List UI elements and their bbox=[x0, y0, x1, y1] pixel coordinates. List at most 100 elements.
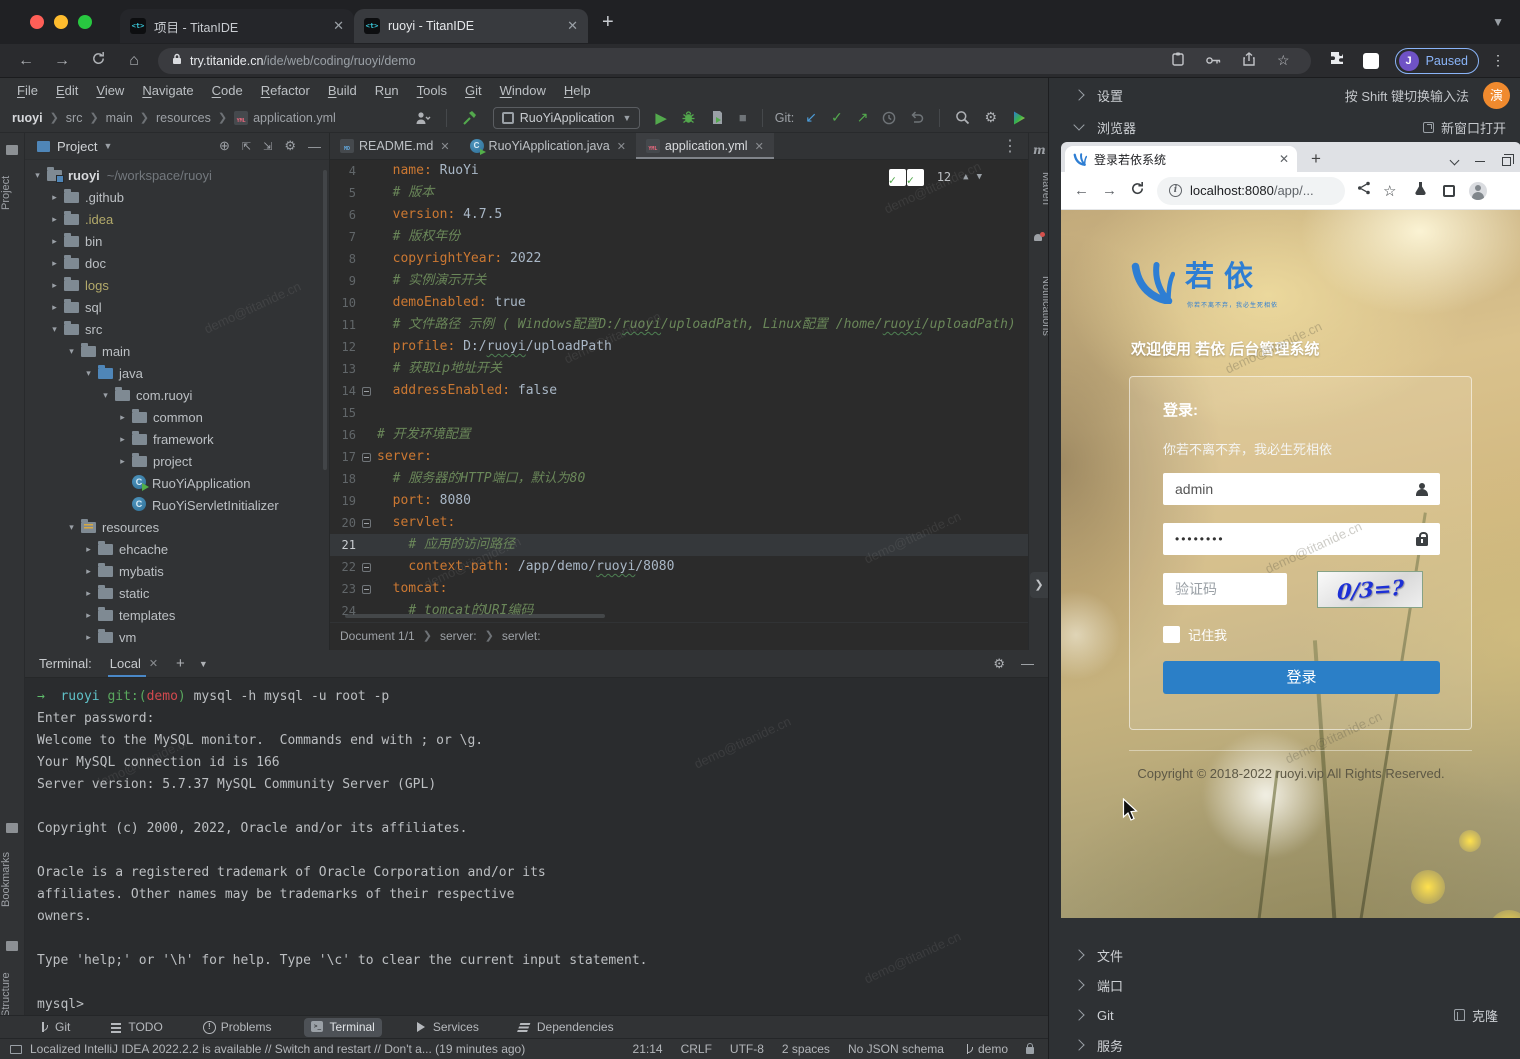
code-line-21[interactable]: 21 # 应用的访问路径 bbox=[330, 534, 1028, 556]
tree-item-templates[interactable]: ▸templates bbox=[25, 604, 329, 626]
terminal-tab-local[interactable]: Local ✕ bbox=[108, 650, 160, 677]
editor-horizontal-scrollbar[interactable] bbox=[345, 614, 605, 618]
tree-item-doc[interactable]: ▸doc bbox=[25, 252, 329, 274]
status-no-json-schema[interactable]: No JSON schema bbox=[848, 1042, 944, 1056]
extensions-puzzle-icon[interactable] bbox=[1329, 50, 1345, 71]
section-服务[interactable]: 服务 bbox=[1049, 1030, 1520, 1059]
clipboard-icon[interactable] bbox=[1172, 52, 1184, 69]
tree-item-RuoYiApplication[interactable]: RuoYiApplication bbox=[25, 472, 329, 494]
forward-icon[interactable]: → bbox=[1102, 182, 1117, 199]
minimize-icon[interactable] bbox=[1475, 161, 1485, 163]
username-field[interactable]: admin bbox=[1163, 473, 1440, 505]
bookmarks-icon[interactable] bbox=[6, 823, 18, 833]
code-line-19[interactable]: 19 port: 8080 bbox=[330, 490, 1028, 512]
chevron-right-icon[interactable]: ▸ bbox=[48, 236, 61, 247]
menu-file[interactable]: File bbox=[8, 83, 47, 98]
code-area[interactable]: 4 name: RuoYi5 # 版本6 version: 4.7.57 # 版… bbox=[330, 160, 1028, 622]
close-tab-icon[interactable]: ✕ bbox=[1279, 152, 1289, 166]
chevron-right-icon[interactable]: ▸ bbox=[48, 192, 61, 203]
tab-list-chevron-icon[interactable] bbox=[1450, 155, 1460, 165]
side-panel-icon[interactable] bbox=[1443, 185, 1455, 197]
tree-item-static[interactable]: ▸static bbox=[25, 582, 329, 604]
close-window-icon[interactable] bbox=[30, 15, 44, 29]
back-icon[interactable]: ← bbox=[16, 52, 36, 70]
code-line-8[interactable]: 8 copyrightYear: 2022 bbox=[330, 248, 1028, 270]
menu-navigate[interactable]: Navigate bbox=[133, 83, 202, 98]
open-new-window-button[interactable]: 新窗口打开 bbox=[1423, 118, 1506, 137]
new-tab-button[interactable]: + bbox=[1311, 149, 1321, 169]
menu-tools[interactable]: Tools bbox=[408, 83, 456, 98]
flask-icon[interactable] bbox=[1414, 181, 1427, 201]
status-21:14[interactable]: 21:14 bbox=[633, 1042, 663, 1056]
demo-badge[interactable]: 演 bbox=[1483, 82, 1510, 109]
tree-item-src[interactable]: ▾src bbox=[25, 318, 329, 340]
chevron-right-icon[interactable]: ▸ bbox=[82, 632, 95, 643]
window-controls[interactable] bbox=[30, 15, 92, 29]
build-hammer-icon[interactable] bbox=[462, 110, 478, 126]
reload-icon[interactable] bbox=[1130, 181, 1145, 200]
prev-issue-chevron-icon[interactable]: ▲ bbox=[963, 166, 968, 188]
menu-refactor[interactable]: Refactor bbox=[252, 83, 319, 98]
chevron-right-icon[interactable]: ▸ bbox=[48, 302, 61, 313]
menu-edit[interactable]: Edit bbox=[47, 83, 87, 98]
code-line-9[interactable]: 9 # 实例演示开关 bbox=[330, 270, 1028, 292]
toolwindow-services[interactable]: Services bbox=[408, 1018, 486, 1037]
chevron-right-icon[interactable]: ▸ bbox=[82, 566, 95, 577]
editor-tab-README.md[interactable]: README.md✕ bbox=[330, 133, 460, 159]
code-line-6[interactable]: 6 version: 4.7.5 bbox=[330, 204, 1028, 226]
section-文件[interactable]: 文件 bbox=[1049, 940, 1520, 970]
inspections-widget[interactable]: ✓✓ 12 ▲ ▼ bbox=[889, 166, 986, 188]
fold-icon[interactable] bbox=[356, 380, 377, 402]
terminal-output[interactable]: → ruoyi git:(demo) mysql -h mysql -u roo… bbox=[25, 678, 1048, 1016]
history-clock-icon[interactable] bbox=[882, 111, 896, 125]
chevron-down-icon[interactable]: ▾ bbox=[31, 170, 44, 181]
status-utf-8[interactable]: UTF-8 bbox=[730, 1042, 764, 1056]
preview-address-bar[interactable]: i localhost:8080/app/... bbox=[1157, 177, 1345, 205]
section-端口[interactable]: 端口 bbox=[1049, 970, 1520, 1000]
terminal-settings-gear-icon[interactable]: ⚙ bbox=[993, 656, 1005, 672]
breadcrumb-item[interactable]: main bbox=[106, 111, 133, 125]
run-with-coverage-icon[interactable] bbox=[710, 110, 725, 125]
tree-item-com.ruoyi[interactable]: ▾com.ruoyi bbox=[25, 384, 329, 406]
doc-breadcrumb-item[interactable]: Document 1/1 bbox=[340, 629, 415, 643]
event-log-icon[interactable] bbox=[10, 1045, 22, 1054]
chevron-down-icon[interactable]: ▼ bbox=[103, 141, 112, 151]
restore-window-icon[interactable] bbox=[1502, 157, 1511, 166]
chevron-down-icon[interactable]: ▾ bbox=[99, 390, 112, 401]
debug-bug-icon[interactable] bbox=[681, 110, 696, 125]
toolwindow-dependencies[interactable]: Dependencies bbox=[512, 1018, 621, 1037]
tab-options-icon[interactable]: ⋮ bbox=[1002, 136, 1018, 156]
notifications-bell-icon[interactable] bbox=[1033, 233, 1044, 244]
menu-run[interactable]: Run bbox=[366, 83, 408, 98]
tree-item-mybatis[interactable]: ▸mybatis bbox=[25, 560, 329, 582]
status-lock[interactable] bbox=[1026, 1044, 1034, 1054]
chevron-down-icon[interactable]: ▾ bbox=[82, 368, 95, 379]
breadcrumb-item[interactable]: src bbox=[66, 111, 83, 125]
toolwindow-problems[interactable]: Problems bbox=[196, 1018, 279, 1037]
tree-item-RuoYiServletInitializer[interactable]: RuoYiServletInitializer bbox=[25, 494, 329, 516]
code-line-12[interactable]: 12 profile: D:/ruoyi/uploadPath bbox=[330, 336, 1028, 358]
section-browser[interactable]: 浏览器 新窗口打开 bbox=[1049, 112, 1520, 142]
tree-item-.idea[interactable]: ▸.idea bbox=[25, 208, 329, 230]
status-crlf[interactable]: CRLF bbox=[681, 1042, 712, 1056]
fold-icon[interactable] bbox=[356, 512, 377, 534]
password-key-icon[interactable] bbox=[1206, 54, 1221, 68]
login-button[interactable]: 登录 bbox=[1163, 661, 1440, 694]
close-tab-icon[interactable]: ✕ bbox=[617, 140, 626, 153]
section-Git[interactable]: Git克隆 bbox=[1049, 1000, 1520, 1030]
chevron-right-icon[interactable]: ▸ bbox=[48, 214, 61, 225]
chevron-right-icon[interactable]: ▸ bbox=[82, 544, 95, 555]
code-line-7[interactable]: 7 # 版权年份 bbox=[330, 226, 1028, 248]
fold-icon[interactable] bbox=[356, 446, 377, 468]
share-icon[interactable] bbox=[1243, 52, 1255, 69]
tab-group-icon[interactable] bbox=[1363, 53, 1379, 69]
tree-scrollbar[interactable] bbox=[323, 170, 327, 470]
forward-icon[interactable]: → bbox=[52, 52, 72, 70]
breadcrumb[interactable]: ruoyi❯src❯main❯resources❯application.yml bbox=[12, 111, 336, 125]
code-line-11[interactable]: 11 # 文件路径 示例 ( Windows配置D:/ruoyi/uploadP… bbox=[330, 314, 1028, 336]
search-everywhere-icon[interactable] bbox=[955, 110, 970, 125]
site-info-icon[interactable]: i bbox=[1169, 184, 1182, 197]
menu-build[interactable]: Build bbox=[319, 83, 366, 98]
tree-item-sql[interactable]: ▸sql bbox=[25, 296, 329, 318]
chevron-right-icon[interactable]: ▸ bbox=[48, 280, 61, 291]
